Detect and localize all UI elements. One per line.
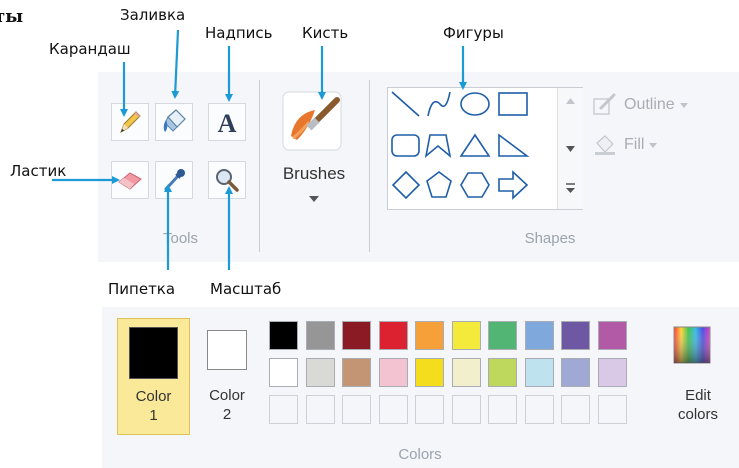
custom-color-slot[interactable] <box>415 395 444 424</box>
color1-number: 1 <box>149 407 158 424</box>
color2-swatch <box>207 330 247 370</box>
color-swatch[interactable] <box>488 321 517 350</box>
color-swatch[interactable] <box>561 321 590 350</box>
color-swatch[interactable] <box>597 358 627 387</box>
custom-color-slot[interactable] <box>451 395 481 424</box>
custom-color-slot[interactable] <box>597 395 627 424</box>
color-swatch[interactable] <box>305 321 335 350</box>
color-swatch[interactable] <box>378 321 408 350</box>
color2-button[interactable]: Color 2 <box>195 318 259 435</box>
color-swatch[interactable] <box>342 321 371 350</box>
arrow-fill <box>171 29 180 99</box>
color1-swatch <box>129 327 178 379</box>
edit-colors-button[interactable]: Edit colors <box>662 318 734 435</box>
custom-color-slot[interactable] <box>488 395 517 424</box>
color-swatch[interactable] <box>488 358 517 387</box>
custom-color-slot[interactable] <box>342 395 371 424</box>
color1-label: Color <box>135 388 172 405</box>
color-swatch[interactable] <box>415 321 444 350</box>
callout-arrows <box>52 29 467 270</box>
color-swatch[interactable] <box>451 358 481 387</box>
custom-color-slot[interactable] <box>378 395 408 424</box>
color2-label: Color <box>209 387 245 404</box>
color2-number: 2 <box>222 406 232 423</box>
color1-button[interactable]: Color 1 <box>117 318 190 435</box>
color-swatch[interactable] <box>305 358 335 387</box>
color-swatch[interactable] <box>597 321 627 350</box>
color-spectrum-icon <box>673 326 711 364</box>
color-swatch[interactable] <box>269 321 298 350</box>
color-swatch[interactable] <box>451 321 481 350</box>
color-swatch[interactable] <box>524 358 554 387</box>
edit-colors-label-2: colors <box>677 406 718 423</box>
color-swatch[interactable] <box>415 358 444 387</box>
color-swatch[interactable] <box>561 358 590 387</box>
color-swatch[interactable] <box>342 358 371 387</box>
colors-group-label: Colors <box>398 446 442 463</box>
custom-color-slot[interactable] <box>269 395 298 424</box>
color-swatch[interactable] <box>378 358 408 387</box>
color-swatch[interactable] <box>524 321 554 350</box>
custom-color-slot[interactable] <box>561 395 590 424</box>
custom-color-slot[interactable] <box>524 395 554 424</box>
custom-color-slot[interactable] <box>305 395 335 424</box>
color-swatch[interactable] <box>269 358 298 387</box>
edit-colors-label-1: Edit <box>685 387 711 404</box>
